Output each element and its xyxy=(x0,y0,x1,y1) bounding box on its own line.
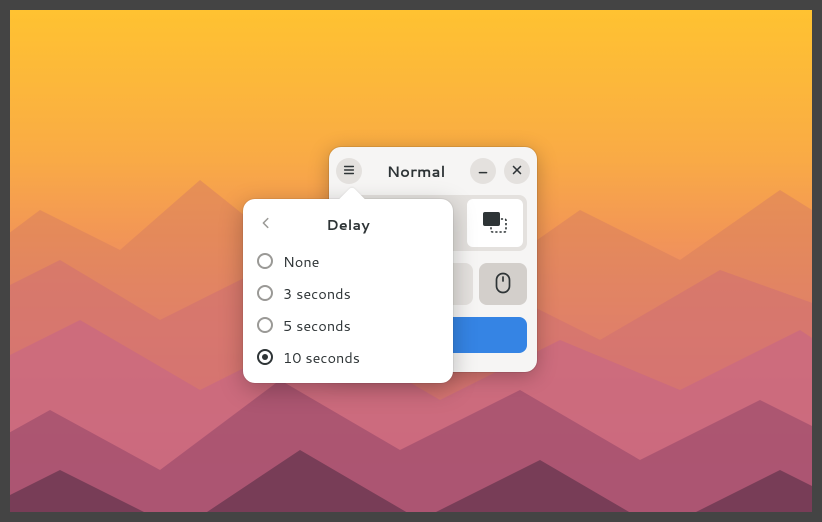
headerbar: Normal xyxy=(329,147,537,195)
mountain-layer-5 xyxy=(10,400,812,512)
pointer-option-button[interactable] xyxy=(479,263,527,305)
selection-icon xyxy=(482,210,508,237)
delay-option[interactable]: 3 seconds xyxy=(243,277,453,309)
delay-options-list: None 3 seconds 5 seconds 10 seconds xyxy=(243,245,453,373)
delay-option-label: 10 seconds xyxy=(283,347,360,368)
delay-popover: Delay None 3 seconds 5 seconds 10 seconds xyxy=(243,199,453,383)
radio-icon xyxy=(257,253,273,269)
window-title: Normal xyxy=(362,161,470,182)
delay-option-label: 5 seconds xyxy=(283,315,351,336)
delay-option[interactable]: 10 seconds xyxy=(243,341,453,373)
minimize-icon xyxy=(476,163,490,180)
close-button[interactable] xyxy=(504,158,530,184)
delay-option-label: None xyxy=(283,251,319,272)
close-icon xyxy=(510,163,524,180)
chevron-left-icon xyxy=(259,216,273,233)
minimize-button[interactable] xyxy=(470,158,496,184)
radio-icon xyxy=(257,285,273,301)
radio-icon xyxy=(257,317,273,333)
hamburger-menu-button[interactable] xyxy=(336,158,362,184)
delay-option-label: 3 seconds xyxy=(283,283,351,304)
hamburger-icon xyxy=(342,163,356,180)
radio-icon xyxy=(257,349,273,365)
delay-option[interactable]: None xyxy=(243,245,453,277)
delay-option[interactable]: 5 seconds xyxy=(243,309,453,341)
capture-mode-selection[interactable] xyxy=(467,199,523,247)
popover-header: Delay xyxy=(243,209,453,245)
popover-back-button[interactable] xyxy=(253,211,279,237)
mouse-icon xyxy=(495,272,511,297)
